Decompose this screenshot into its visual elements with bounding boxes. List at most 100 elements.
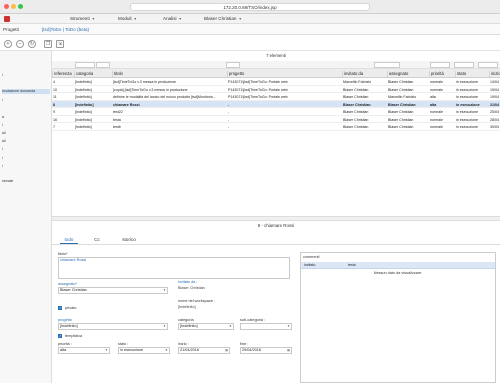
sidebar-item[interactable]: ail bbox=[2, 131, 6, 136]
app-menubar: Strumenti ▼ Moduli ▼ Analisi ▼ Blaser Chris… bbox=[0, 14, 500, 24]
sidebar-item[interactable]: i bbox=[2, 164, 3, 169]
table-row[interactable]: 11 [Indefinito] definire le modalità del… bbox=[52, 93, 500, 101]
cell-priorita: alta bbox=[430, 102, 437, 107]
add-icon[interactable]: + bbox=[4, 40, 12, 48]
cell-progetto: P143071\[tsd]TimeToGo: Portale web bbox=[228, 80, 288, 84]
column-header[interactable]: referenza bbox=[52, 71, 74, 77]
window-zoom-icon[interactable] bbox=[18, 4, 23, 9]
tab-storico[interactable]: storico bbox=[118, 235, 140, 244]
sidebar-item-selected[interactable]: ircolazione domanda bbox=[2, 89, 50, 94]
progetto-label: progetto bbox=[58, 318, 72, 322]
menu-strumenti[interactable]: Strumenti ▼ bbox=[70, 16, 95, 22]
window-minimize-icon[interactable] bbox=[11, 4, 16, 9]
progetto-value: [Indefinito] bbox=[60, 324, 78, 328]
sidebar-item[interactable]: sionale bbox=[2, 179, 13, 184]
cell-invitato: Blaser Christian bbox=[343, 95, 369, 99]
menu-label: Moduli bbox=[118, 16, 132, 21]
stato-label: stato : bbox=[118, 342, 129, 346]
cell-referenza: 8 bbox=[53, 102, 55, 107]
sidebar-item[interactable]: i bbox=[2, 147, 3, 152]
categoria-select[interactable]: [Indefinito] ▼ bbox=[178, 323, 234, 330]
calendar-icon[interactable]: ▦ bbox=[287, 348, 290, 353]
window-close-icon[interactable] bbox=[4, 4, 9, 9]
cell-assegnato: Blaser Christian bbox=[388, 117, 414, 122]
cell-referenza: 7 bbox=[53, 125, 55, 129]
tab-todo[interactable]: [tsd]ToDo | ToDo (beta) bbox=[42, 26, 89, 34]
privato-checkbox[interactable]: ✓ bbox=[58, 306, 62, 310]
column-header[interactable]: testo bbox=[347, 262, 447, 268]
refresh-icon[interactable]: ↻ bbox=[28, 40, 36, 48]
tab-cc[interactable]: Cc bbox=[90, 235, 104, 244]
calendar-icon[interactable]: ▦ bbox=[225, 348, 228, 353]
filter-input[interactable] bbox=[374, 62, 400, 68]
table-row[interactable]: 16 [Indefinito] testa - Blaser Christian… bbox=[52, 116, 500, 123]
column-header[interactable]: invitato da bbox=[342, 71, 387, 77]
inizio-value: 21/04/2016 bbox=[180, 348, 200, 352]
cell-categoria: [Indefinito] bbox=[75, 110, 92, 114]
table-row[interactable]: 10 [Indefinito] [copia] [tsd]TimeToGo v.… bbox=[52, 86, 500, 93]
comments-title: commenti bbox=[303, 255, 320, 259]
table-row[interactable]: 4 [Indefinito] [tsd]TimeToGo v.3 messa i… bbox=[52, 78, 500, 86]
column-header[interactable]: categoria bbox=[74, 71, 112, 77]
cell-titolo: [tsd]TimeToGo v.3 messa in produzione bbox=[113, 80, 176, 84]
menu-moduli[interactable]: Moduli ▼ bbox=[118, 16, 137, 22]
subcategoria-select[interactable]: ▼ bbox=[240, 323, 292, 330]
tab-progetti[interactable]: Progetti bbox=[3, 26, 19, 34]
tab-todo-detail[interactable]: todo bbox=[60, 235, 78, 244]
titolo-field[interactable]: chiamare Rossi bbox=[58, 257, 290, 279]
sidebar-item[interactable]: i bbox=[2, 73, 3, 78]
column-header[interactable]: assegnato bbox=[387, 71, 429, 77]
sidebar-item[interactable]: i bbox=[2, 156, 3, 161]
inizio-date[interactable]: 21/04/2016 ▦ bbox=[178, 347, 230, 354]
record-count: 7 elementi bbox=[266, 53, 286, 58]
tempistica-label: tempistica bbox=[65, 334, 83, 338]
column-header[interactable]: invitato bbox=[303, 262, 343, 268]
filter-input[interactable] bbox=[226, 62, 240, 68]
sidebar-item[interactable]: a bbox=[2, 115, 4, 120]
cell-invitato: Blaser Christian bbox=[343, 125, 369, 129]
fine-date[interactable]: 29/04/2016 ▦ bbox=[240, 347, 292, 354]
titolo-label: titolo* bbox=[58, 252, 68, 256]
cell-titolo: [copia] [tsd]TimeToGo v.3 messa in produ… bbox=[113, 87, 188, 92]
cell-titolo: chiamare Rossi bbox=[113, 102, 140, 107]
cell-invitato: Blaser Christian bbox=[343, 117, 369, 122]
cell-referenza: 11 bbox=[53, 95, 57, 99]
table-row[interactable]: 9 [Indefinito] test22 - Blaser Christian… bbox=[52, 108, 500, 116]
copy-icon[interactable]: ❐ bbox=[44, 40, 52, 48]
filter-input[interactable] bbox=[454, 62, 474, 68]
column-header[interactable]: priorità bbox=[429, 71, 455, 77]
cell-invitato: Blaser Christian bbox=[343, 110, 369, 114]
tempistica-checkbox[interactable]: ✓ bbox=[58, 334, 62, 338]
cell-inizio: 19/04 bbox=[490, 95, 499, 99]
cell-progetto: - bbox=[228, 110, 230, 114]
menu-analisi[interactable]: Analisi ▼ bbox=[163, 16, 182, 22]
stato-value: in esecuzione bbox=[120, 348, 144, 352]
filter-input[interactable] bbox=[430, 62, 450, 68]
remove-icon[interactable]: − bbox=[16, 40, 24, 48]
cell-categoria: [Indefinito] bbox=[75, 102, 94, 107]
table-row[interactable]: 7 [Indefinito] testb - Blaser Christian … bbox=[52, 123, 500, 131]
cell-stato: in esecuzione bbox=[456, 102, 480, 107]
address-bar[interactable]: 172.20.0.69/TSO/index.jsp bbox=[130, 3, 370, 11]
assegnato-select[interactable]: Blaser Christian ▼ bbox=[58, 287, 168, 294]
filter-input[interactable] bbox=[478, 62, 498, 68]
sidebar-item[interactable]: i bbox=[2, 123, 3, 128]
column-header[interactable]: inizio bbox=[489, 71, 500, 77]
column-header[interactable]: progetto bbox=[227, 71, 342, 77]
priorita-select[interactable]: alta ▼ bbox=[58, 347, 110, 354]
filter-input[interactable] bbox=[75, 62, 95, 68]
column-header[interactable]: titolo bbox=[112, 71, 227, 77]
table-row-selected[interactable]: 8 [Indefinito] chiamare Rossi - Blaser C… bbox=[52, 100, 500, 108]
stato-select[interactable]: in esecuzione ▼ bbox=[118, 347, 170, 354]
cell-categoria: [Indefinito] bbox=[75, 80, 92, 84]
menu-user[interactable]: Blaser Christian ▼ bbox=[204, 16, 242, 22]
progetto-select[interactable]: [Indefinito] ▼ bbox=[58, 323, 168, 330]
sidebar-item[interactable]: ail bbox=[2, 139, 6, 144]
sidebar-item[interactable]: i bbox=[2, 98, 3, 103]
cell-inizio: 14/04 bbox=[490, 80, 499, 84]
export-icon[interactable]: ⇲ bbox=[56, 40, 64, 48]
fine-label: fine : bbox=[240, 342, 249, 346]
filter-input[interactable] bbox=[96, 62, 110, 68]
cell-categoria: [Indefinito] bbox=[75, 117, 92, 122]
column-header[interactable]: stato bbox=[455, 71, 489, 77]
